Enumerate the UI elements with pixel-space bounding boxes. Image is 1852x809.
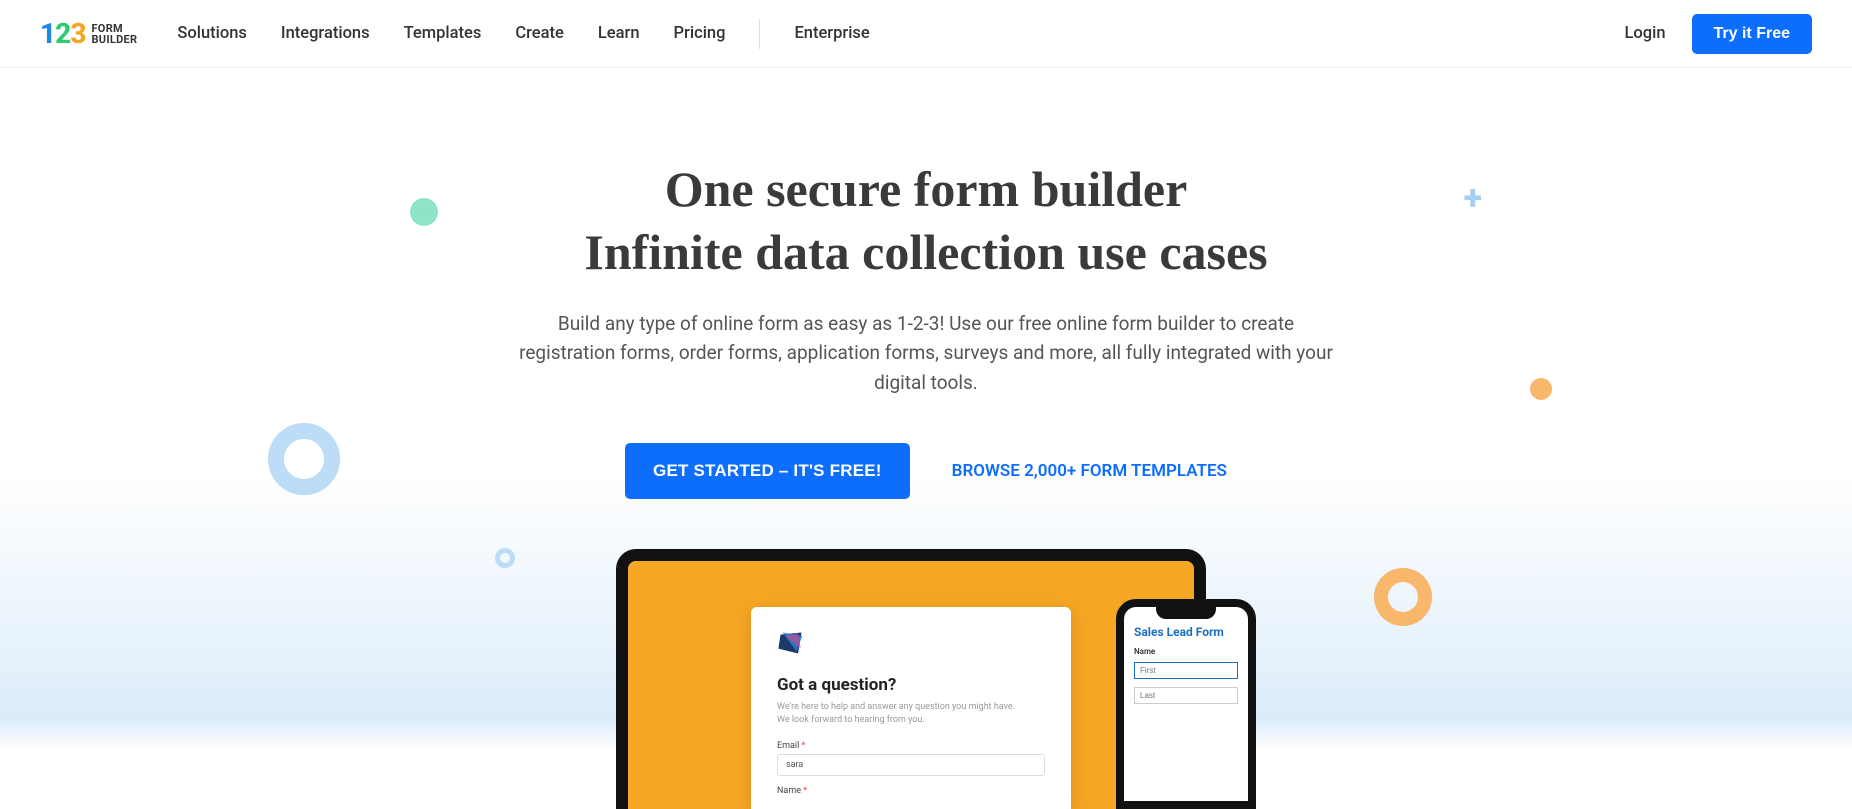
nav-templates[interactable]: Templates — [404, 24, 482, 43]
browse-templates-link[interactable]: BROWSE 2,000+ FORM TEMPLATES — [952, 461, 1227, 481]
plus-icon: + — [1464, 178, 1482, 218]
phone-mockup: Sales Lead Form Name — [1116, 599, 1256, 809]
email-label: Email * — [777, 741, 1045, 751]
form-description: We're here to help and answer any questi… — [777, 701, 1045, 726]
site-header: 123 FORM BUILDER Solutions Integrations … — [0, 0, 1852, 68]
nav-divider — [759, 19, 760, 49]
nav-learn[interactable]: Learn — [598, 24, 640, 43]
hero-ctas: GET STARTED – IT'S FREE! BROWSE 2,000+ F… — [20, 443, 1832, 499]
login-link[interactable]: Login — [1624, 24, 1665, 43]
decoration-dot — [1530, 378, 1552, 400]
try-free-button[interactable]: Try it Free — [1692, 14, 1812, 54]
form-heading: Got a question? — [777, 675, 1045, 695]
last-name-field[interactable] — [1134, 687, 1238, 704]
form-logo-icon — [777, 629, 805, 657]
logo-text: FORM BUILDER — [91, 23, 137, 45]
nav-solutions[interactable]: Solutions — [177, 24, 246, 43]
first-name-field[interactable] — [1134, 662, 1238, 679]
decoration-ring — [495, 548, 515, 568]
phone-notch — [1156, 607, 1216, 619]
get-started-button[interactable]: GET STARTED – IT'S FREE! — [625, 443, 910, 499]
hero-subtitle: Build any type of online form as easy as… — [516, 309, 1336, 397]
name-label: Name * — [777, 786, 1045, 796]
hero-section: + One secure form builder Infinite data … — [0, 68, 1852, 809]
phone-screen: Sales Lead Form Name — [1124, 607, 1248, 801]
sample-form-card: Got a question? We're here to help and a… — [751, 607, 1071, 809]
nav-enterprise[interactable]: Enterprise — [794, 24, 869, 43]
main-nav: Solutions Integrations Templates Create … — [177, 19, 869, 49]
decoration-ring — [1374, 568, 1432, 626]
device-mockups: Got a question? We're here to help and a… — [616, 549, 1236, 809]
nav-integrations[interactable]: Integrations — [281, 24, 370, 43]
header-right: Login Try it Free — [1624, 14, 1812, 54]
phone-name-label: Name — [1134, 647, 1238, 656]
decoration-dot — [410, 198, 438, 226]
logo[interactable]: 123 FORM BUILDER — [40, 17, 137, 50]
laptop-screen: Got a question? We're here to help and a… — [628, 561, 1194, 809]
nav-create[interactable]: Create — [515, 24, 564, 43]
nav-pricing[interactable]: Pricing — [674, 24, 726, 43]
phone-form-title: Sales Lead Form — [1134, 625, 1238, 639]
logo-mark: 123 — [40, 17, 85, 50]
hero-title: One secure form builder Infinite data co… — [476, 158, 1376, 283]
email-field[interactable]: sara — [777, 754, 1045, 776]
